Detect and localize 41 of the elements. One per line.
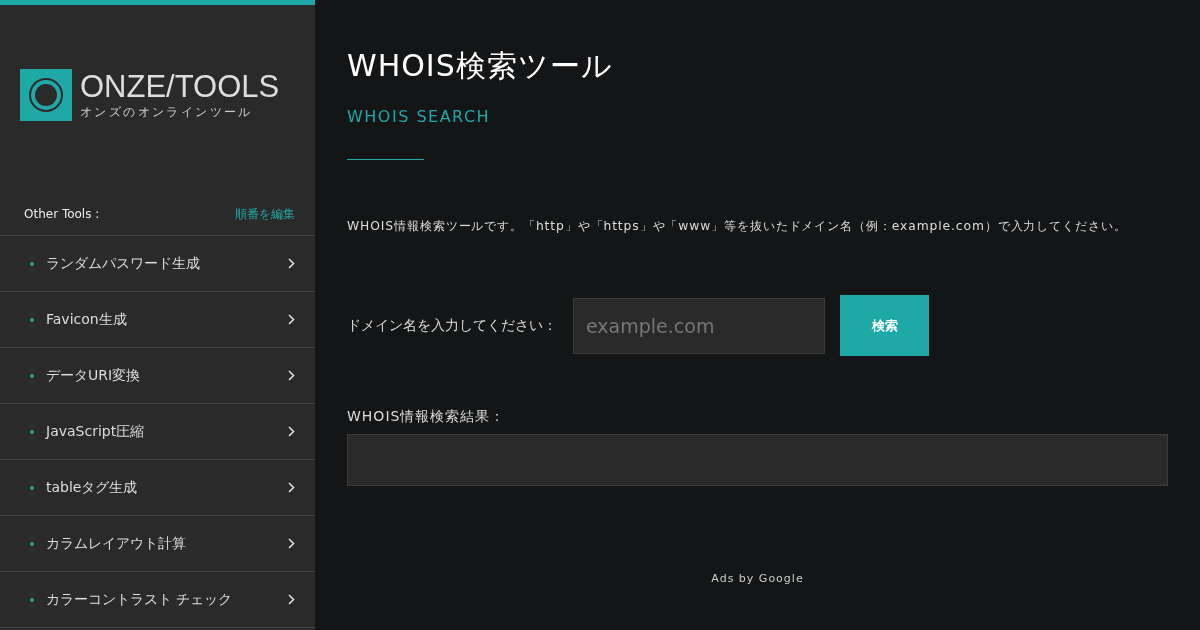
bullet-icon — [30, 261, 34, 266]
chevron-right-icon — [288, 370, 295, 381]
bullet-icon — [30, 317, 34, 322]
page-subtitle: WHOIS SEARCH — [347, 107, 491, 126]
logo-name: ONZE/TOOLS — [80, 69, 280, 104]
tool-label: tableタグ生成 — [46, 478, 139, 497]
tool-label: データURI変換 — [46, 366, 142, 385]
chevron-right-icon — [288, 538, 295, 549]
tool-item[interactable]: Favicon生成 — [0, 292, 315, 348]
result-field[interactable] — [347, 434, 1168, 486]
tool-label: カラーコントラスト チェック — [46, 590, 234, 609]
chevron-right-icon — [288, 258, 295, 269]
tool-item[interactable]: JavaScript圧縮 — [0, 404, 315, 460]
tool-item[interactable]: カラムレイアウト計算 — [0, 516, 315, 572]
sidebar-heading: Other Tools : — [24, 207, 100, 221]
tool-label: カラムレイアウト計算 — [46, 534, 187, 553]
tool-item[interactable]: ランダムパスワード生成 — [0, 236, 315, 292]
tool-item[interactable]: データURI変換 — [0, 348, 315, 404]
domain-label: ドメイン名を入力してください： — [347, 316, 557, 335]
page-title: WHOIS検索ツール — [347, 47, 613, 85]
chevron-right-icon — [288, 482, 295, 493]
tool-item[interactable]: tableタグ生成 — [0, 460, 315, 516]
chevron-right-icon — [288, 594, 295, 605]
bullet-icon — [30, 597, 34, 602]
logo-icon — [20, 69, 72, 121]
chevron-right-icon — [288, 314, 295, 325]
tool-item[interactable]: カラーコントラスト チェック — [0, 572, 315, 628]
bullet-icon — [30, 541, 34, 546]
description: WHOIS情報検索ツールです。「http」や「https」や「www」等を抜いたドメイン名（例：example.com）で入力してください。 — [347, 218, 1127, 235]
tool-label: ランダムパスワード生成 — [46, 254, 201, 273]
edit-order-link[interactable]: 順番を編集 — [235, 205, 295, 223]
bullet-icon — [30, 485, 34, 490]
bullet-icon — [30, 373, 34, 378]
domain-field[interactable]: example.com — [573, 297, 825, 354]
bullet-icon — [30, 429, 34, 434]
ads-label: Ads by Google — [711, 572, 804, 585]
tool-label: Favicon生成 — [46, 310, 128, 329]
logo-tagline: オンズのオンラインツール — [80, 103, 254, 121]
result-label: WHOIS情報検索結果： — [347, 408, 506, 426]
tool-label: JavaScript圧縮 — [46, 422, 146, 441]
chevron-right-icon — [288, 426, 295, 437]
